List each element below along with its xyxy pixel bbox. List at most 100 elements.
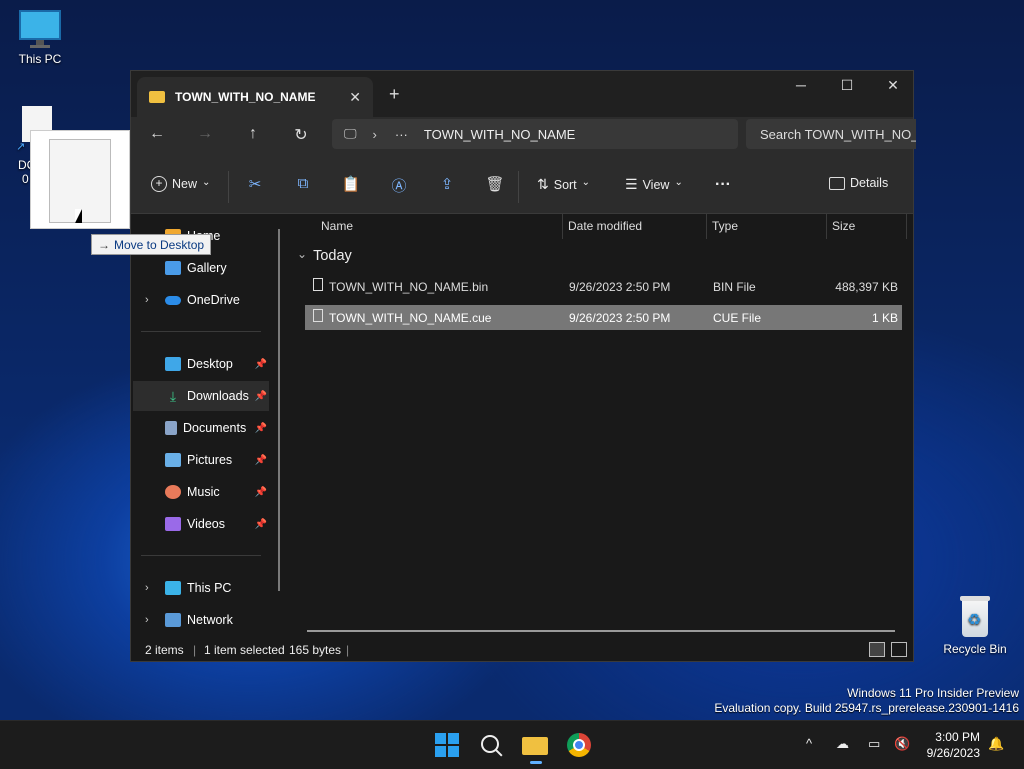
close-button[interactable]: ✕ <box>873 77 913 94</box>
sidebar-item-label: Documents <box>183 421 247 435</box>
copy-icon[interactable]: ⧉ <box>292 175 314 192</box>
sort-button[interactable]: ⇅ Sort ⌄ <box>537 176 590 193</box>
view-button-label: View <box>642 177 670 192</box>
sidebar-item-videos[interactable]: Videos 📌 <box>133 509 269 539</box>
address-bar[interactable]: 🖵 › ··· TOWN_WITH_NO_NAME <box>332 119 738 149</box>
search-input[interactable]: Search TOWN_WITH_NO_NAME <box>746 119 916 149</box>
tab-town-with-no-name[interactable]: TOWN_WITH_NO_NAME ✕ <box>137 77 373 117</box>
sidebar-item-documents[interactable]: Documents 📌 <box>133 413 269 443</box>
breadcrumb-ellipsis[interactable]: ··· <box>395 127 408 142</box>
details-pane-button[interactable]: Details <box>829 176 888 190</box>
delete-icon[interactable]: 🗑 <box>484 175 506 193</box>
file-explorer-window[interactable]: TOWN_WITH_NO_NAME ✕ + ─ ☐ ✕ ← → ↑ ↻ 🖵 › … <box>130 70 916 662</box>
file-name: TOWN_WITH_NO_NAME.cue <box>329 311 492 325</box>
videos-icon <box>165 517 181 531</box>
desktop-icon-recycle-bin[interactable]: ♻ Recycle Bin <box>935 596 1015 656</box>
shortcut-arrow-icon: ↗ <box>16 141 26 153</box>
details-pane-icon <box>829 176 845 190</box>
gallery-icon <box>165 261 181 275</box>
search-icon[interactable] <box>479 733 503 757</box>
new-tab-button[interactable]: + <box>389 84 400 105</box>
cut-icon[interactable]: ✂ <box>244 175 266 193</box>
sidebar-item-this-pc[interactable]: › This PC <box>133 573 269 603</box>
folder-icon <box>149 91 165 103</box>
file-date: 9/26/2023 2:50 PM <box>569 280 671 294</box>
details-button-label: Details <box>850 176 889 190</box>
large-icons-view-button[interactable] <box>891 642 907 657</box>
minimize-button[interactable]: ─ <box>781 77 821 93</box>
sidebar-item-label: Gallery <box>187 261 227 275</box>
sidebar-item-desktop[interactable]: Desktop 📌 <box>133 349 269 379</box>
chevron-right-icon[interactable]: › <box>145 582 149 594</box>
share-icon[interactable]: ⇪ <box>436 175 458 193</box>
drag-preview <box>30 130 130 229</box>
maximize-button[interactable]: ☐ <box>827 77 867 94</box>
breadcrumb-separator[interactable]: › <box>373 127 377 142</box>
sidebar-item-network[interactable]: › Network <box>133 605 269 635</box>
desktop-icon-this-pc[interactable]: This PC <box>0 10 80 66</box>
drag-tooltip-label: Move to Desktop <box>114 237 205 252</box>
chevron-right-icon[interactable]: › <box>145 614 149 626</box>
column-header-size[interactable]: Size <box>832 219 855 233</box>
status-item-count: 2 items <box>145 643 184 657</box>
details-view-button[interactable] <box>869 642 885 657</box>
sidebar-item-onedrive[interactable]: › OneDrive <box>133 285 269 315</box>
clock-time: 3:00 PM <box>935 730 980 744</box>
tab-close-button[interactable]: ✕ <box>349 89 361 106</box>
column-header-date[interactable]: Date modified <box>568 219 642 233</box>
sidebar-item-label: OneDrive <box>187 293 240 307</box>
navigation-pane-scrollbar[interactable] <box>278 229 280 591</box>
back-button[interactable]: ← <box>143 125 171 143</box>
taskbar-clock[interactable]: 3:00 PM 9/26/2023 <box>927 729 980 761</box>
forward-button[interactable]: → <box>191 125 219 143</box>
content-horizontal-scrollbar[interactable] <box>307 630 895 632</box>
pin-icon: 📌 <box>254 358 267 370</box>
chrome-icon[interactable] <box>567 733 591 757</box>
pin-icon: 📌 <box>254 390 267 402</box>
sidebar-item-label: Music <box>187 485 220 499</box>
up-button[interactable]: ↑ <box>239 125 267 143</box>
new-button[interactable]: + New ⌄ <box>151 176 210 192</box>
chevron-down-icon: ⌄ <box>297 246 308 261</box>
desktop-icon-label-line2: 0 <box>22 172 29 186</box>
chevron-right-icon[interactable]: › <box>145 294 149 306</box>
network-tray-icon[interactable]: ▭ <box>868 736 880 752</box>
sort-icon: ⇅ <box>537 176 549 192</box>
sidebar-item-downloads[interactable]: ⤓ Downloads 📌 <box>133 381 269 411</box>
pin-icon: 📌 <box>254 518 267 530</box>
file-date: 9/26/2023 2:50 PM <box>569 311 671 325</box>
file-name: TOWN_WITH_NO_NAME.bin <box>329 280 489 294</box>
chevron-down-icon: ⌄ <box>674 177 683 188</box>
new-button-label: New <box>172 177 198 191</box>
file-type: BIN File <box>713 280 756 294</box>
table-row[interactable]: TOWN_WITH_NO_NAME.cue 9/26/2023 2:50 PM … <box>305 305 902 330</box>
column-header-type[interactable]: Type <box>712 219 738 233</box>
sidebar-item-pictures[interactable]: Pictures 📌 <box>133 445 269 475</box>
onedrive-tray-icon[interactable]: ☁ <box>836 736 849 752</box>
desktop-icon-label: Recycle Bin <box>943 642 1007 656</box>
start-icon[interactable] <box>435 733 459 757</box>
table-row[interactable]: TOWN_WITH_NO_NAME.bin 9/26/2023 2:50 PM … <box>305 274 902 299</box>
more-options-button[interactable]: ··· <box>715 176 731 194</box>
music-icon <box>165 485 181 499</box>
breadcrumb-current[interactable]: TOWN_WITH_NO_NAME <box>424 127 575 142</box>
group-header-today[interactable]: ⌄ Today <box>297 246 352 265</box>
tray-overflow-chevron-icon[interactable]: ^ <box>806 736 812 751</box>
sidebar-item-music[interactable]: Music 📌 <box>133 477 269 507</box>
view-list-icon: ☰ <box>625 176 638 192</box>
paste-icon[interactable]: 📋 <box>340 175 362 193</box>
desktop-icon-dragged-file[interactable]: ↗ DC 0 <box>0 106 52 186</box>
file-explorer-taskbar-icon[interactable] <box>522 733 548 764</box>
navigation-pane: Home Gallery › OneDrive Desktop 📌 ⤓ Down… <box>131 213 289 633</box>
onedrive-icon <box>165 295 181 305</box>
notification-bell-icon[interactable]: 🔔 <box>988 736 1004 752</box>
view-button[interactable]: ☰ View ⌄ <box>625 176 683 193</box>
column-header-name[interactable]: Name <box>321 219 353 233</box>
refresh-button[interactable]: ↻ <box>287 125 315 145</box>
desktop-icon <box>165 357 181 371</box>
rename-icon[interactable]: Ⓐ <box>388 175 410 196</box>
monitor-icon <box>19 10 61 48</box>
sidebar-item-gallery[interactable]: Gallery <box>133 253 269 283</box>
file-size: 488,397 KB <box>835 280 898 294</box>
volume-muted-icon[interactable]: 🔇 <box>894 736 910 752</box>
